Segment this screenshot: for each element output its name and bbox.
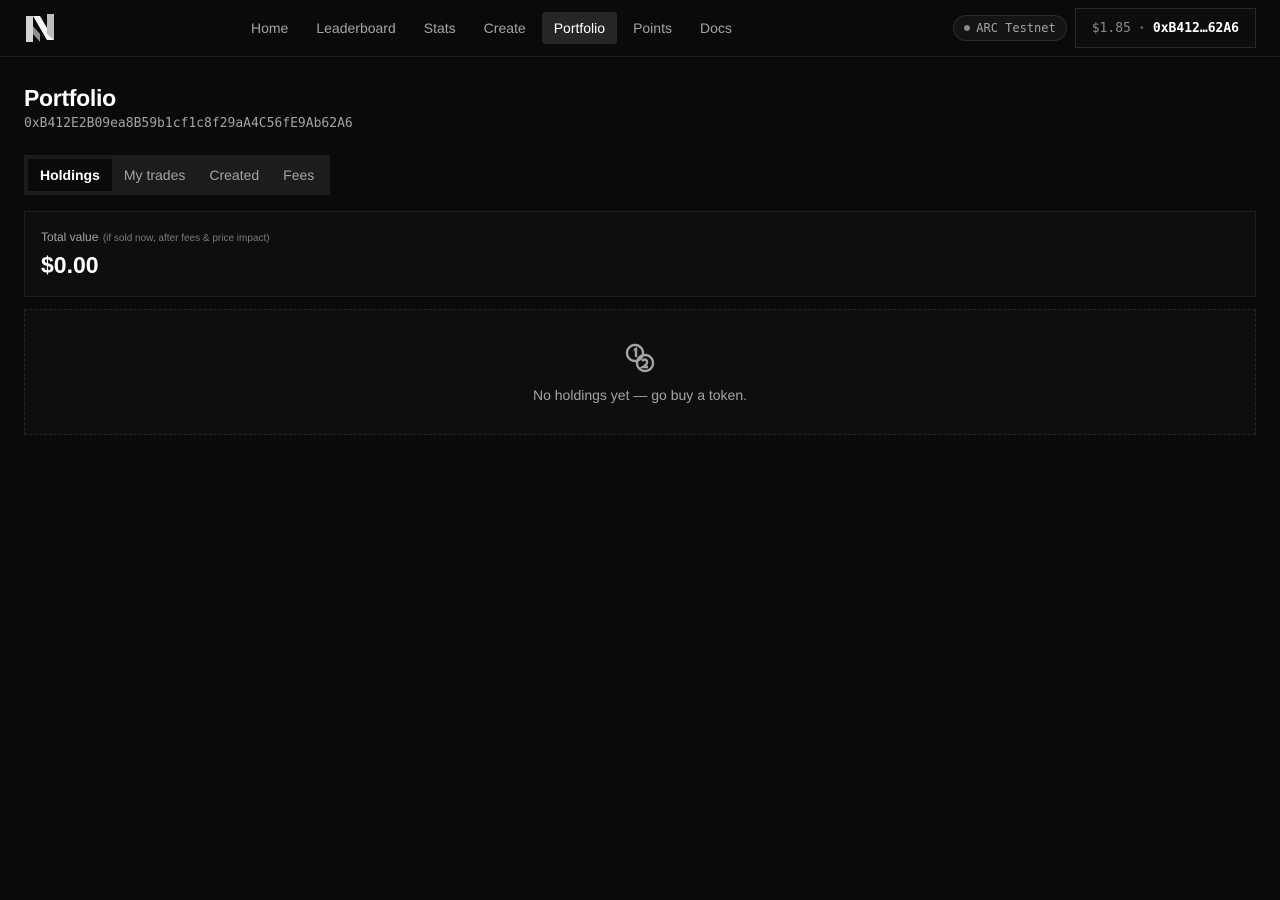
total-value-header: Total value (if sold now, after fees & p… xyxy=(41,228,1239,246)
nav-docs[interactable]: Docs xyxy=(688,12,744,44)
holdings-empty-state: No holdings yet — go buy a token. xyxy=(24,309,1256,435)
main-content: Portfolio 0xB412E2B09ea8B59b1cf1c8f29aA4… xyxy=(0,57,1280,435)
network-badge[interactable]: ARC Testnet xyxy=(953,15,1067,41)
status-dot-icon xyxy=(964,25,971,31)
total-value-label: Total value xyxy=(41,230,99,244)
nav-home[interactable]: Home xyxy=(239,12,300,44)
portfolio-tabs: Holdings My trades Created Fees xyxy=(24,155,331,195)
portfolio-address: 0xB412E2B09ea8B59b1cf1c8f29aA4C56fE9Ab62… xyxy=(24,116,353,131)
total-value-note: (if sold now, after fees & price impact) xyxy=(102,233,270,244)
nav-create[interactable]: Create xyxy=(472,12,538,44)
logo-icon[interactable] xyxy=(24,12,56,44)
nav-portfolio[interactable]: Portfolio xyxy=(541,12,618,44)
coins-icon xyxy=(624,342,656,379)
wallet-separator: • xyxy=(1138,22,1145,34)
tab-my-trades[interactable]: My trades xyxy=(112,159,197,191)
top-bar: Home Leaderboard Stats Create Portfolio … xyxy=(0,0,1280,57)
total-value-amount: $0.00 xyxy=(41,252,99,278)
nav-leaderboard[interactable]: Leaderboard xyxy=(304,12,407,44)
header-right: ARC Testnet $1.85 • 0xB412…62A6 xyxy=(953,8,1256,48)
empty-state-text: No holdings yet — go buy a token. xyxy=(532,387,748,403)
nav-points[interactable]: Points xyxy=(621,12,684,44)
wallet-address: 0xB412…62A6 xyxy=(1152,20,1239,36)
nav-stats[interactable]: Stats xyxy=(412,12,468,44)
tab-holdings[interactable]: Holdings xyxy=(28,159,112,191)
wallet-balance: $1.85 xyxy=(1091,20,1131,36)
total-value-card: Total value (if sold now, after fees & p… xyxy=(24,211,1256,297)
network-label: ARC Testnet xyxy=(976,21,1056,35)
page-title: Portfolio xyxy=(24,85,116,111)
wallet-button[interactable]: $1.85 • 0xB412…62A6 xyxy=(1074,8,1256,48)
tab-created[interactable]: Created xyxy=(197,159,271,191)
main-nav: Home Leaderboard Stats Create Portfolio … xyxy=(239,12,744,44)
tab-fees[interactable]: Fees xyxy=(271,159,326,191)
